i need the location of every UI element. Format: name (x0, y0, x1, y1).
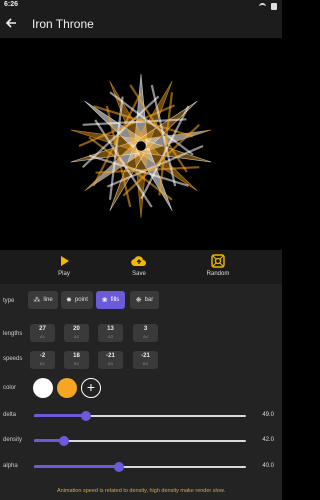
density-label: density (3, 437, 23, 443)
length-a2-sub: A2 (74, 334, 79, 339)
type-fills-button[interactable]: ❀ fills (96, 291, 125, 309)
arrow-left-icon[interactable] (5, 16, 19, 32)
shuffle-icon (211, 254, 225, 268)
alpha-slider-thumb[interactable] (113, 462, 124, 472)
density-slider[interactable] (34, 436, 246, 446)
speed-b4-input[interactable]: -21 B4 (133, 351, 158, 369)
length-a1-sub: A1 (40, 334, 45, 339)
type-bar-label: bar (144, 297, 154, 303)
random-button[interactable]: Random (188, 254, 248, 282)
speed-b3-value: -21 (106, 353, 115, 359)
speed-b4-sub: B4 (143, 361, 148, 366)
density-value: 42.0 (262, 437, 274, 443)
action-bar: Play Save Random (0, 250, 282, 284)
type-point-button[interactable]: ✸ point (61, 291, 93, 309)
footnote: Animation speed is related to density, h… (56, 488, 226, 494)
type-bar-button[interactable]: ❋ bar (130, 291, 159, 309)
line-icon: ⁂ (33, 297, 41, 304)
play-button[interactable]: Play (34, 254, 94, 282)
speed-b3-sub: B3 (108, 361, 113, 366)
color-swatch-white[interactable] (33, 378, 53, 398)
delta-slider-thumb[interactable] (80, 411, 91, 421)
controls-panel: Play Save Random type ⁂ line ✸ point ❀ f… (0, 250, 282, 500)
length-a3-sub: A3 (108, 334, 113, 339)
delta-slider-fill (34, 414, 86, 417)
density-slider-thumb[interactable] (58, 436, 69, 446)
length-a3-input[interactable]: 13 A3 (98, 324, 123, 342)
save-label: Save (132, 271, 146, 277)
speed-b2-sub: B2 (74, 361, 79, 366)
type-line-button[interactable]: ⁂ line (28, 291, 58, 309)
plus-icon: + (86, 379, 96, 395)
status-time: 6:26 (4, 1, 19, 8)
length-a1-value: 27 (39, 326, 46, 332)
length-a4-input[interactable]: 3 A4 (133, 324, 158, 342)
speed-b2-value: 18 (73, 353, 80, 359)
alpha-slider[interactable] (34, 462, 246, 472)
speed-b1-value: -2 (39, 353, 46, 359)
fills-icon: ❀ (101, 297, 108, 304)
length-a4-sub: A4 (143, 334, 148, 339)
random-label: Random (206, 271, 230, 277)
color-swatch-orange[interactable] (57, 378, 77, 398)
alpha-label: alpha (3, 463, 18, 469)
bar-icon: ❋ (135, 297, 142, 304)
play-label: Play (58, 271, 70, 277)
color-label: color (3, 385, 17, 391)
length-a3-value: 13 (107, 326, 114, 332)
delta-value: 49.0 (262, 412, 274, 418)
wifi-icon (259, 3, 266, 9)
length-a2-input[interactable]: 20 A2 (64, 324, 89, 342)
speed-b2-input[interactable]: 18 B2 (64, 351, 89, 369)
type-line-label: line (43, 297, 53, 303)
page-title: Iron Throne (32, 17, 94, 31)
app-bar: Iron Throne (0, 12, 282, 38)
status-bar: 6:26 (0, 0, 282, 12)
length-a4-value: 3 (143, 326, 148, 332)
save-button[interactable]: Save (109, 254, 169, 282)
type-label: type (3, 298, 15, 304)
length-a2-value: 20 (73, 326, 80, 332)
add-color-button[interactable]: + (81, 378, 101, 398)
point-icon: ✸ (66, 297, 72, 304)
length-a1-input[interactable]: 27 A1 (30, 324, 55, 342)
delta-label: delta (3, 412, 17, 418)
battery-icon (271, 3, 277, 10)
delta-slider[interactable] (34, 411, 246, 421)
type-fills-label: fills (110, 297, 120, 303)
lengths-label: lengths (3, 331, 23, 337)
speed-b1-sub: B1 (40, 361, 45, 366)
alpha-value: 40.0 (262, 463, 274, 469)
spirograph-art (70, 73, 212, 219)
cloud-upload-icon (131, 256, 146, 267)
art-canvas[interactable] (0, 38, 282, 250)
speed-b4-value: -21 (141, 353, 150, 359)
speed-b1-input[interactable]: -2 B1 (30, 351, 55, 369)
speeds-label: speeds (3, 356, 23, 362)
alpha-slider-fill (34, 465, 119, 468)
type-point-label: point (74, 297, 88, 303)
speed-b3-input[interactable]: -21 B3 (98, 351, 123, 369)
play-icon (61, 256, 69, 266)
